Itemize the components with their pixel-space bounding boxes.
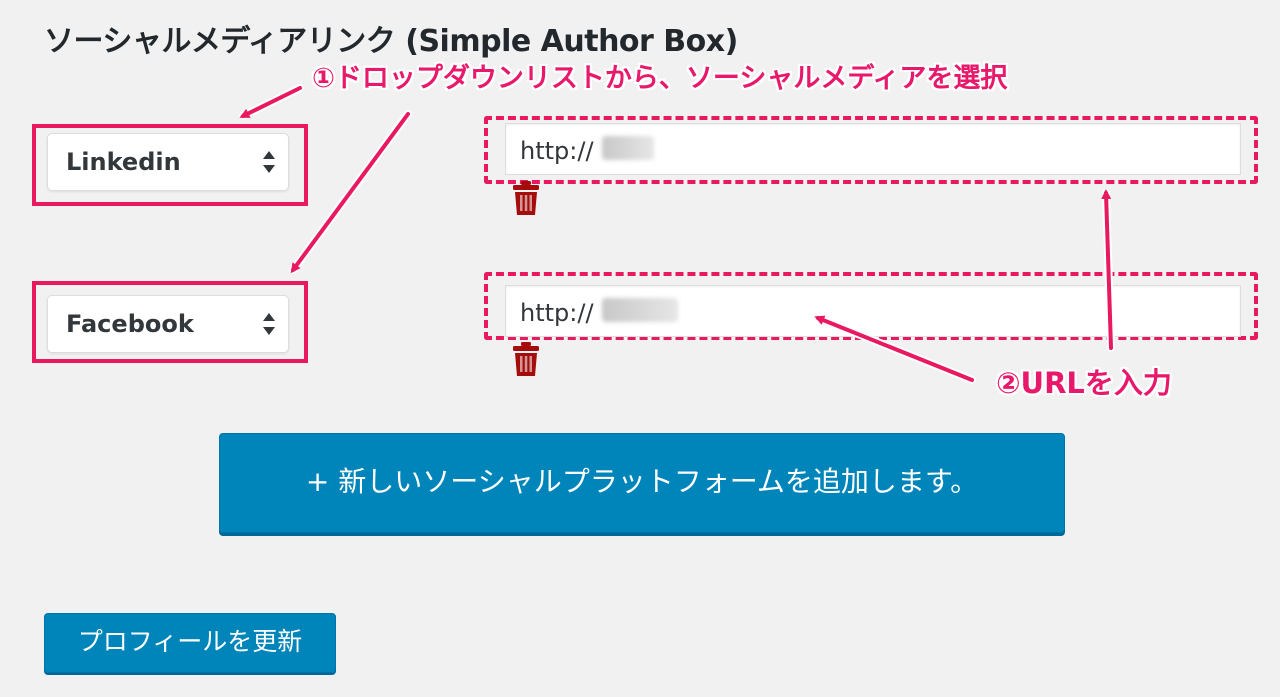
selected-platform: Linkedin xyxy=(66,148,181,176)
select-arrows-icon xyxy=(263,151,275,173)
section-title: ソーシャルメディアリンク (Simple Author Box) xyxy=(44,24,738,59)
trash-icon[interactable] xyxy=(512,341,540,377)
add-social-platform-button[interactable]: + 新しいソーシャルプラットフォームを追加します。 xyxy=(219,433,1065,533)
social-platform-select-1[interactable]: Linkedin xyxy=(47,133,289,191)
annotation-step1: ①ドロップダウンリストから、ソーシャルメディアを選択 xyxy=(312,63,1008,94)
social-url-input-2[interactable]: http:// xyxy=(505,285,1241,337)
annotation-step2: ②URLを入力 xyxy=(996,366,1172,400)
blurred-url-text xyxy=(602,298,678,322)
arrow-to-select-2 xyxy=(290,112,410,274)
arrow-to-select-1 xyxy=(239,86,302,118)
blurred-url-text xyxy=(602,136,654,160)
selected-platform: Facebook xyxy=(66,310,194,338)
trash-icon[interactable] xyxy=(512,180,540,216)
social-media-links-section: ソーシャルメディアリンク (Simple Author Box) ①ドロップダウ… xyxy=(0,0,1280,697)
social-url-input-1[interactable]: http:// xyxy=(505,123,1241,175)
select-arrows-icon xyxy=(263,313,275,335)
update-profile-button[interactable]: プロフィールを更新 xyxy=(44,613,336,673)
url-value: http:// xyxy=(520,299,594,327)
social-platform-select-2[interactable]: Facebook xyxy=(47,295,289,353)
url-value: http:// xyxy=(520,137,594,165)
